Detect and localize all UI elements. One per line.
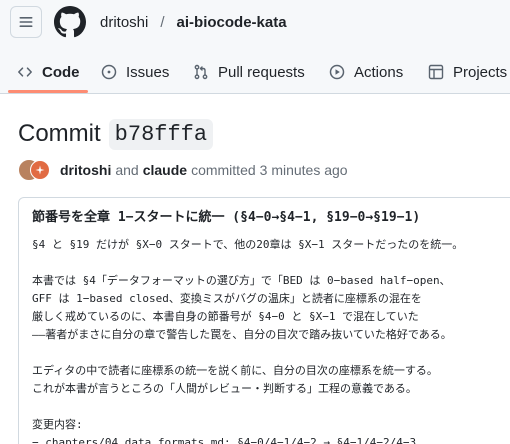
page-title: Commit b78fffa [18,116,214,152]
author-avatars[interactable] [18,159,52,181]
commit-message-box: 節番号を全章 1−スタートに統一 (§4−0→§4−1, §19−0→§19−1… [18,197,510,444]
message-line [32,254,463,272]
message-line [32,398,463,416]
hamburger-menu-button[interactable] [10,6,42,38]
repo-nav-tabs: Code Issues Pull requests Actions Projec… [0,50,510,94]
tab-actions[interactable]: Actions [329,50,403,94]
message-line: エディタの中で読者に座標系の統一を説く前に、自分の目次の座標系を統一する。 [32,364,438,377]
message-line: §4 と §19 だけが §X−0 スタートで、他の20章は §X−1 スタート… [32,238,464,251]
coauthor-link[interactable]: claude [143,162,187,178]
message-line: GFF は 1−based closed、変換ミスがバグの温床」と読者に座標系の… [32,292,422,305]
tab-pull-requests[interactable]: Pull requests [193,50,305,94]
message-line [32,344,463,362]
table-icon [428,64,444,80]
author-link[interactable]: dritoshi [60,162,111,178]
tab-label: Projects [453,63,508,81]
tab-label: Code [42,63,80,81]
tab-label: Pull requests [218,63,305,81]
github-logo-icon[interactable] [54,6,86,38]
message-line: ——著者がまさに自分の章で警告した罠を、自分の目次で踏み抜いていた格好である。 [32,328,452,341]
breadcrumb-separator: / [160,13,165,31]
tab-label: Issues [126,63,170,81]
code-icon [18,67,32,77]
tab-projects[interactable]: Projects [428,50,507,94]
repo-header: dritoshi / ai-biocode-kata Code Issues P… [0,0,510,94]
author-conjunction: and [115,162,139,178]
hamburger-icon [19,17,33,27]
tab-issues[interactable]: Issues [101,50,169,94]
commit-sha[interactable]: b78fffa [108,118,214,150]
commit-heading: Commit [18,120,101,147]
message-line: 変更内容: [32,418,83,431]
message-line: これが本書が言うところの「人間がレビュー・判断する」工程の意義である。 [32,382,417,395]
git-pull-request-icon [194,64,208,80]
breadcrumb: dritoshi / ai-biocode-kata [100,12,287,32]
repo-name-link[interactable]: ai-biocode-kata [177,14,287,31]
commit-message-title: 節番号を全章 1−スタートに統一 (§4−0→§4−1, §19−0→§19−1… [32,210,421,225]
claude-avatar[interactable] [30,160,50,180]
commit-verb: committed [191,162,256,178]
commit-meta: dritoshi and claude committed 3 minutes … [18,159,348,181]
commit-message-body: §4 と §19 だけが §X−0 スタートで、他の20章は §X−1 スタート… [32,236,463,444]
sparkle-icon [35,165,45,175]
message-line: 本書では §4「データフォーマットの選び方」で「BED は 0−based ha… [32,274,451,287]
message-line: − chapters/04_data_formats.md: §4−0/4−1/… [32,436,417,444]
commit-time[interactable]: 3 minutes ago [260,162,348,178]
tab-label: Actions [354,63,404,81]
active-tab-indicator [8,90,88,93]
tab-code[interactable]: Code [17,50,80,94]
play-icon [329,64,345,80]
repo-owner-link[interactable]: dritoshi [100,14,148,31]
issue-opened-icon [101,64,117,80]
message-line: 厳しく戒めているのに、本書自身の節番号が §4−0 と §X−1 で混在していた [32,310,419,323]
